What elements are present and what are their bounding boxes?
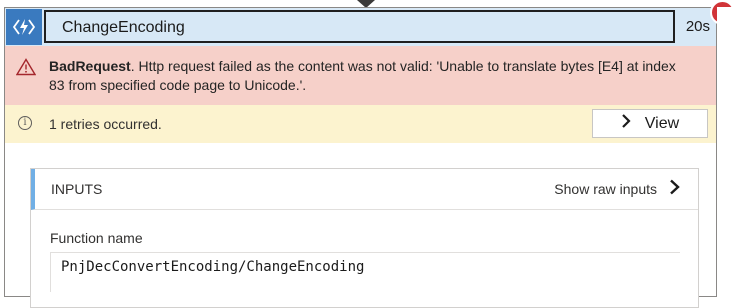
warning-icon xyxy=(15,58,37,81)
info-icon: i xyxy=(18,116,32,130)
view-retries-button[interactable]: View xyxy=(592,109,708,138)
function-name-label: Function name xyxy=(50,230,143,246)
inputs-title: INPUTS xyxy=(51,181,103,197)
action-title-box[interactable]: ChangeEncoding xyxy=(44,10,675,43)
inputs-header: INPUTS Show raw inputs xyxy=(31,169,698,210)
action-duration: 20s xyxy=(685,18,710,35)
show-raw-inputs-label: Show raw inputs xyxy=(554,180,657,197)
retry-banner: i 1 retries occurred. View xyxy=(5,105,716,143)
error-banner: BadRequest. Http request failed as the c… xyxy=(5,46,716,105)
retry-text: 1 retries occurred. xyxy=(49,116,162,132)
chevron-right-icon xyxy=(669,179,680,198)
action-header[interactable]: ChangeEncoding 20s xyxy=(5,8,716,46)
function-name-value: PnjDecConvertEncoding/ChangeEncoding xyxy=(61,259,365,275)
error-code: BadRequest xyxy=(49,58,131,74)
function-name-field: PnjDecConvertEncoding/ChangeEncoding xyxy=(50,252,680,292)
action-card: ChangeEncoding 20s BadRequest. Http requ… xyxy=(4,7,717,308)
error-detail: . Http request failed as the content was… xyxy=(49,58,676,93)
action-title: ChangeEncoding xyxy=(62,19,185,36)
chevron-right-icon xyxy=(621,114,631,133)
azure-function-icon xyxy=(6,9,42,45)
right-gutter xyxy=(717,7,749,286)
show-raw-inputs-link[interactable]: Show raw inputs xyxy=(554,179,680,198)
error-message: BadRequest. Http request failed as the c… xyxy=(49,57,689,95)
inputs-panel: INPUTS Show raw inputs Function name Pnj… xyxy=(30,168,699,308)
view-button-label: View xyxy=(644,114,680,132)
